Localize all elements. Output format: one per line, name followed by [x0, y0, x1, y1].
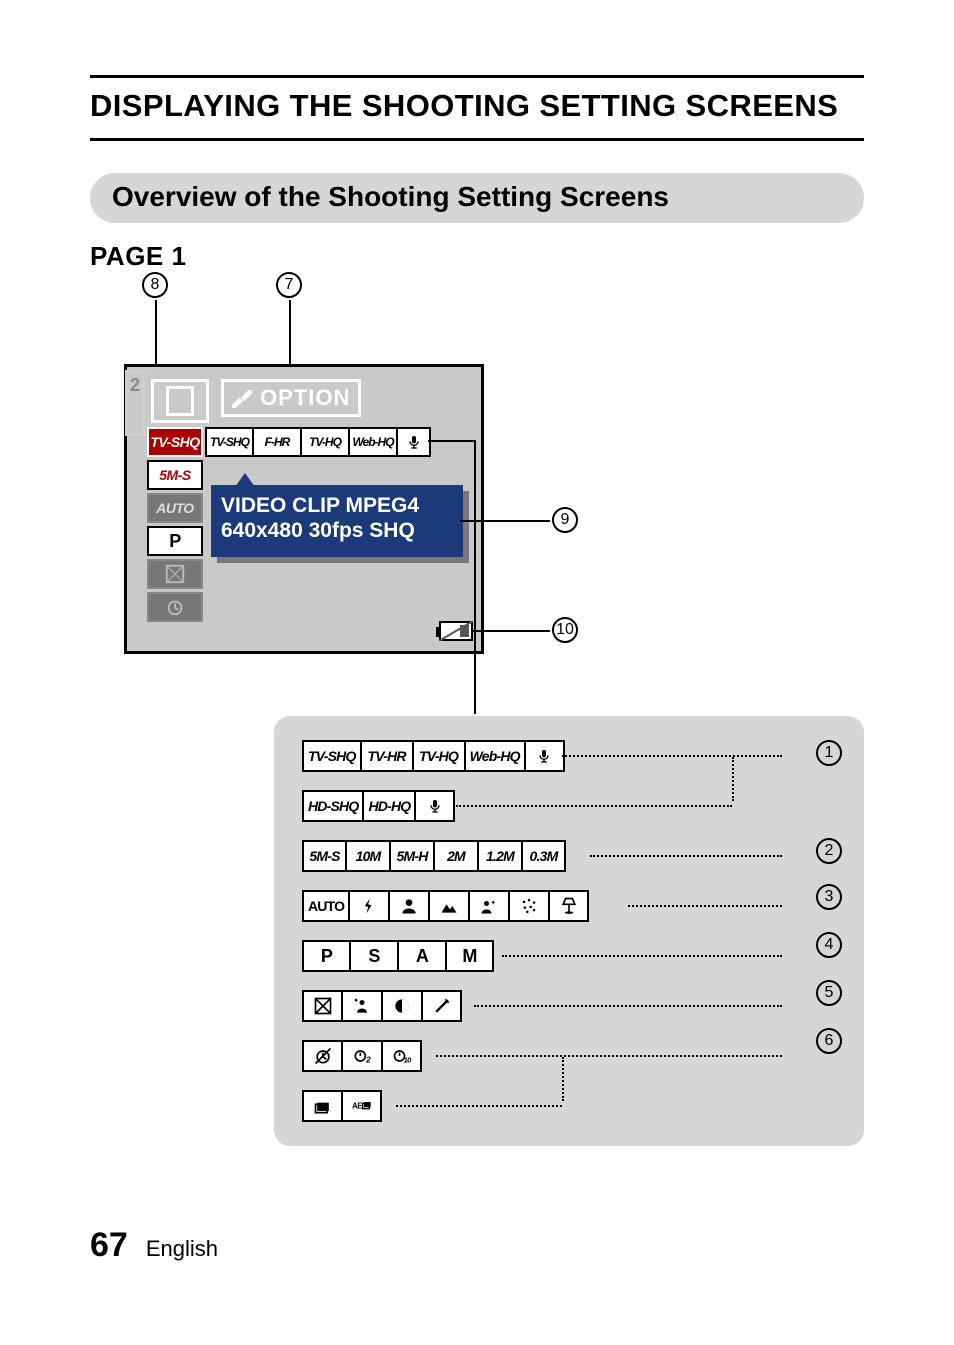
- cell-5mh: 5M-H: [390, 840, 434, 872]
- cell-mic-icon: [415, 790, 455, 822]
- row-exposure-mode: P S A M: [302, 940, 836, 976]
- cell-auto: AUTO: [302, 890, 349, 922]
- cell-tvhq: TV-HQ: [301, 427, 349, 457]
- detail-panel: 1 2 3 4 5 6 TV-SHQ TV-HR TV-HQ Web-HQ: [274, 716, 864, 1146]
- left-item-filter-icon: [147, 559, 203, 589]
- scene-snow-icon: [509, 890, 549, 922]
- cell-hdshq: HD-SHQ: [302, 790, 363, 822]
- option-chip: OPTION: [221, 379, 361, 417]
- svg-text:10: 10: [403, 1056, 411, 1065]
- cell-m: M: [446, 940, 494, 972]
- tab-2: 2: [125, 370, 145, 436]
- cell-hdhq: HD-HQ: [363, 790, 415, 822]
- cell-tvhr: TV-HR: [361, 740, 413, 772]
- svg-text:AE: AE: [352, 1102, 363, 1111]
- cell-a: A: [398, 940, 446, 972]
- callout-7: 7: [276, 272, 302, 298]
- row-video-hd: HD-SHQ HD-HQ: [302, 790, 836, 826]
- cell-tvhq: TV-HQ: [413, 740, 465, 772]
- drive-single-icon: [302, 1090, 342, 1122]
- cell-mic-icon: [397, 427, 431, 457]
- left-item-auto: AUTO: [147, 493, 203, 523]
- left-item-tvshq: TV-SHQ: [147, 427, 203, 457]
- left-item-5ms: 5M-S: [147, 460, 203, 490]
- top-row-strip: TV-SHQ F-HR TV-HQ Web-HQ: [205, 427, 431, 457]
- scene-night-portrait-icon: [469, 890, 509, 922]
- filter-none-icon: [302, 990, 342, 1022]
- svg-text:2: 2: [365, 1055, 371, 1065]
- drive-ae-bracket-icon: AE: [342, 1090, 382, 1122]
- cell-tvshq: TV-SHQ: [205, 427, 253, 457]
- wrench-icon: [230, 386, 254, 410]
- section-subtitle: Overview of the Shooting Setting Screens: [90, 173, 864, 223]
- row-video-tv: TV-SHQ TV-HR TV-HQ Web-HQ: [302, 740, 836, 776]
- cell-5ms: 5M-S: [302, 840, 346, 872]
- callout-9: 9: [552, 507, 578, 533]
- page-title: DISPLAYING THE SHOOTING SETTING SCREENS: [90, 88, 864, 124]
- row-resolution: 5M-S 10M 5M-H 2M 1.2M 0.3M: [302, 840, 836, 876]
- cell-p: P: [302, 940, 350, 972]
- scene-sports-icon: [349, 890, 389, 922]
- scene-lamp-icon: [549, 890, 589, 922]
- page-number: 67: [90, 1226, 128, 1265]
- cell-s: S: [350, 940, 398, 972]
- left-menu-column: TV-SHQ 5M-S AUTO P: [147, 427, 203, 622]
- row-drive-mode: AE: [302, 1090, 836, 1126]
- cell-03m: 0.3M: [522, 840, 566, 872]
- scene-portrait-icon: [389, 890, 429, 922]
- filter-cosmetic-icon: [342, 990, 382, 1022]
- callout-8: 8: [142, 272, 168, 298]
- language-label: English: [146, 1236, 218, 1262]
- row-self-timer: 2 10: [302, 1040, 836, 1076]
- diagram-area: 8 7 2 OPTION TV-SHQ 5M-S AUTO P: [90, 278, 864, 1178]
- cell-10m: 10M: [346, 840, 390, 872]
- battery-icon: [439, 621, 473, 641]
- cell-2m: 2M: [434, 840, 478, 872]
- cell-webhq: Web-HQ: [349, 427, 397, 457]
- cell-12m: 1.2M: [478, 840, 522, 872]
- setting-tooltip: VIDEO CLIP MPEG4 640x480 30fps SHQ: [211, 485, 463, 557]
- row-filter: [302, 990, 836, 1026]
- timer-off-icon: [302, 1040, 342, 1072]
- callout-10: 10: [552, 617, 578, 643]
- left-item-p: P: [147, 526, 203, 556]
- tab-1: [151, 379, 209, 423]
- cell-webhq: Web-HQ: [465, 740, 525, 772]
- camera-screen: 2 OPTION TV-SHQ 5M-S AUTO P: [124, 364, 484, 654]
- cell-tvshq: TV-SHQ: [302, 740, 361, 772]
- row-scene: AUTO: [302, 890, 836, 926]
- filter-monochrome-icon: [382, 990, 422, 1022]
- page-label: PAGE 1: [90, 241, 864, 272]
- scene-landscape-icon: [429, 890, 469, 922]
- left-item-timer-icon: [147, 592, 203, 622]
- page-footer: 67 English: [90, 1226, 218, 1265]
- filter-sepia-icon: [422, 990, 462, 1022]
- cell-mic-icon: [525, 740, 565, 772]
- timer-2-icon: 2: [342, 1040, 382, 1072]
- timer-10-icon: 10: [382, 1040, 422, 1072]
- cell-fhr: F-HR: [253, 427, 301, 457]
